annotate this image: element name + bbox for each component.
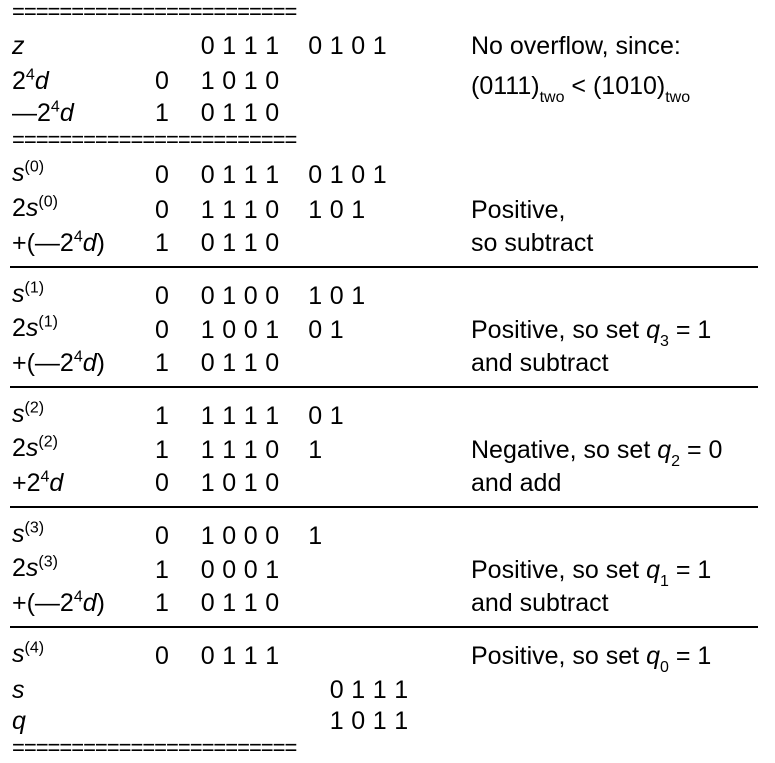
- row-sign: 1: [155, 589, 169, 617]
- row-bits: 0110: [200, 99, 280, 127]
- row-bits: 0110: [200, 229, 280, 257]
- result-remainder-label: s: [12, 676, 25, 704]
- row-bits: 0110: [200, 349, 280, 377]
- row-sign: 0: [155, 469, 169, 497]
- row-sign: 1: [155, 436, 169, 464]
- row-bits: 0110: [200, 589, 280, 617]
- row-note: so subtract: [471, 229, 594, 257]
- row-bits: 01110101: [200, 161, 387, 189]
- row-note: Positive,: [471, 196, 566, 224]
- row-bits: 1010: [200, 469, 280, 497]
- row-note: Positive, so set q1 = 1: [471, 556, 712, 590]
- row-label: +24d: [12, 468, 64, 497]
- remainder-bits: 0111: [329, 676, 409, 704]
- double-rule-top: ========================: [12, 6, 437, 18]
- row-label: s(4): [12, 639, 45, 668]
- row-bits: 0111: [200, 642, 280, 670]
- row-sign: 0: [155, 316, 169, 344]
- row-sign: 1: [155, 229, 169, 257]
- row-label: +(—24d): [12, 588, 105, 617]
- row-note: and add: [471, 469, 562, 497]
- row-bits: 11101: [200, 436, 323, 464]
- divider: [10, 386, 758, 388]
- row-sign: 0: [155, 161, 169, 189]
- row-note: Negative, so set q2 = 0: [471, 436, 723, 470]
- row-label: 2s(3): [12, 553, 58, 582]
- row-sign: 0: [155, 196, 169, 224]
- divider: [10, 266, 758, 268]
- row-bits: 0100101: [200, 282, 366, 310]
- row-bits: 01110101: [200, 32, 387, 60]
- row-bits: 1110101: [200, 196, 366, 224]
- row-label: 2s(2): [12, 433, 58, 462]
- row-sign: 0: [155, 282, 169, 310]
- row-bits: 111101: [200, 402, 344, 430]
- row-bits: 10001: [200, 522, 323, 550]
- row-label: +(—24d): [12, 348, 105, 377]
- row-label: +(—24d): [12, 228, 105, 257]
- row-bits: 100101: [200, 316, 344, 344]
- row-label: 24d: [12, 66, 49, 95]
- row-label: 2s(1): [12, 313, 58, 342]
- row-note: No overflow, since:: [471, 32, 681, 60]
- row-note: and subtract: [471, 349, 609, 377]
- row-sign: 1: [155, 99, 169, 127]
- row-sign: 1: [155, 402, 169, 430]
- row-note: Positive, so set q0 = 1: [471, 642, 712, 676]
- row-note: Positive, so set q3 = 1: [471, 316, 712, 350]
- double-rule-bottom: ========================: [12, 742, 437, 754]
- row-sign: 1: [155, 556, 169, 584]
- row-label: s(0): [12, 158, 45, 187]
- row-sign: 0: [155, 522, 169, 550]
- result-quotient-label: q: [12, 707, 26, 735]
- row-label: s(1): [12, 279, 45, 308]
- divider: [10, 626, 758, 628]
- row-label: —24d: [12, 98, 74, 127]
- row-bits: 0001: [200, 556, 280, 584]
- row-label: s(3): [12, 519, 45, 548]
- row-note: and subtract: [471, 589, 609, 617]
- quotient-bits: 1011: [329, 707, 409, 735]
- row-sign: 0: [155, 67, 169, 95]
- row-bits: 1010: [200, 67, 280, 95]
- row-sign: 0: [155, 642, 169, 670]
- row-note: (0111)two < (1010)two: [471, 72, 691, 106]
- row-label: z: [12, 32, 25, 60]
- division-table: ======================== z 01110101 No o…: [0, 0, 775, 763]
- double-rule: ========================: [12, 134, 437, 146]
- row-label: s(2): [12, 399, 45, 428]
- divider: [10, 506, 758, 508]
- row-sign: 1: [155, 349, 169, 377]
- row-label: 2s(0): [12, 193, 58, 222]
